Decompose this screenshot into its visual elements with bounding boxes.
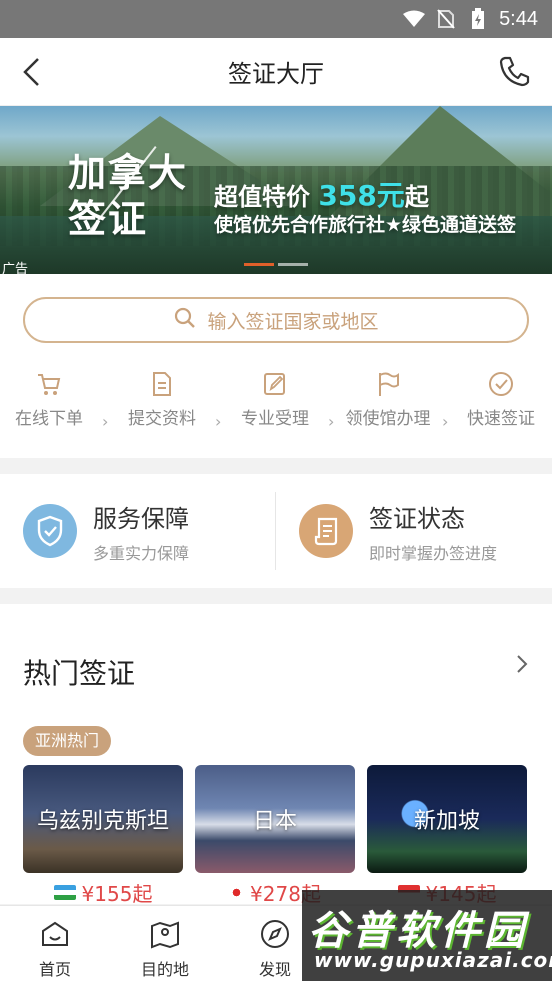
check-circle-icon bbox=[487, 370, 515, 398]
app-header: 签证大厅 bbox=[0, 38, 552, 106]
flag-icon bbox=[374, 370, 402, 398]
step-label: 专业受理 bbox=[241, 409, 309, 429]
promo-price: 358元 bbox=[318, 179, 405, 212]
visa-process-steps: 在线下单 › 提交资料 › 专业受理 › 领使馆办理 › 快速签证 bbox=[0, 370, 552, 440]
no-sim-icon bbox=[435, 9, 457, 29]
clock-time: 5:44 bbox=[499, 7, 538, 30]
service-title: 服务保障 bbox=[93, 504, 189, 533]
section-title: 热门签证 bbox=[23, 657, 136, 690]
services-section: 服务保障 多重实力保障 签证状态 即时掌握办签进度 bbox=[0, 474, 552, 588]
promo-prefix: 超值特价 bbox=[214, 183, 310, 211]
promo-suffix: 起 bbox=[404, 183, 429, 211]
tab-label: 首页 bbox=[38, 960, 71, 979]
pagination-dot[interactable] bbox=[278, 263, 308, 266]
tab-destination[interactable]: 目的地 bbox=[110, 906, 220, 981]
step-embassy-processing: 领使馆办理 bbox=[333, 370, 443, 429]
map-icon bbox=[149, 918, 181, 950]
service-text: 签证状态 即时掌握办签进度 bbox=[369, 499, 497, 564]
search-section: 输入签证国家或地区 在线下单 › 提交资料 › 专业受理 › 领使馆办理 › 快… bbox=[0, 274, 552, 458]
step-online-order: 在线下单 bbox=[0, 370, 104, 429]
receipt-icon bbox=[299, 504, 353, 558]
price-text: ¥155起 bbox=[81, 882, 153, 906]
visa-card-name: 日本 bbox=[252, 809, 297, 834]
step-fast-visa: 快速签证 bbox=[446, 370, 552, 429]
step-label: 在线下单 bbox=[15, 409, 83, 429]
service-subtitle: 即时掌握办签进度 bbox=[369, 543, 498, 563]
visa-card-uzbekistan[interactable]: 乌兹别克斯坦 bbox=[23, 765, 183, 873]
service-guarantee[interactable]: 服务保障 多重实力保障 bbox=[23, 474, 189, 588]
service-visa-status[interactable]: 签证状态 即时掌握办签进度 bbox=[299, 474, 497, 588]
step-label: 领使馆办理 bbox=[345, 409, 431, 429]
service-text: 服务保障 多重实力保障 bbox=[93, 499, 189, 564]
ad-label: 广告 bbox=[2, 262, 29, 274]
promo-banner[interactable]: 加拿大 签证 超值特价 358元起 使馆优先合作旅行社★绿色通道送签 广告 bbox=[0, 106, 552, 274]
tab-home[interactable]: 首页 bbox=[0, 906, 110, 981]
banner-promo-line1: 超值特价 358元起 bbox=[214, 174, 429, 214]
chevron-right-icon[interactable] bbox=[514, 652, 530, 676]
japan-flag-icon bbox=[229, 885, 245, 900]
page-title: 签证大厅 bbox=[228, 60, 324, 88]
banner-promo-line2: 使馆优先合作旅行社★绿色通道送签 bbox=[214, 214, 517, 236]
visa-price: ¥155起 bbox=[23, 878, 183, 907]
tab-label: 目的地 bbox=[140, 960, 189, 979]
hot-visa-section: 热门签证 亚洲热门 乌兹别克斯坦 日本 新加坡 ¥155起 ¥278起 ¥145… bbox=[0, 604, 552, 907]
status-bar: 5:44 bbox=[0, 0, 552, 38]
cart-icon bbox=[35, 370, 63, 398]
step-submit-docs: 提交资料 bbox=[107, 370, 217, 429]
compass-icon bbox=[259, 918, 291, 950]
home-icon bbox=[39, 918, 71, 950]
watermark-url: www.gupuxiazai.com bbox=[314, 948, 552, 972]
search-icon bbox=[173, 306, 197, 335]
document-icon bbox=[148, 370, 176, 398]
region-tag[interactable]: 亚洲热门 bbox=[23, 726, 112, 756]
banner-pagination bbox=[244, 263, 308, 266]
banner-headline-line2: 签证 bbox=[68, 197, 149, 241]
visa-card-singapore[interactable]: 新加坡 bbox=[367, 765, 527, 873]
shield-check-icon bbox=[23, 504, 77, 558]
banner-headline: 加拿大 签证 bbox=[68, 150, 188, 242]
banner-headline-line1: 加拿大 bbox=[68, 151, 189, 195]
back-arrow-icon[interactable] bbox=[18, 56, 48, 88]
search-input[interactable]: 输入签证国家或地区 bbox=[23, 297, 529, 343]
visa-card-name: 新加坡 bbox=[413, 809, 480, 834]
battery-charging-icon bbox=[467, 8, 489, 29]
service-title: 签证状态 bbox=[369, 504, 465, 533]
search-placeholder: 输入签证国家或地区 bbox=[207, 310, 379, 333]
phone-icon[interactable] bbox=[498, 54, 532, 88]
uzbekistan-flag-icon bbox=[53, 885, 76, 900]
divider bbox=[275, 492, 276, 570]
edit-icon bbox=[261, 370, 289, 398]
wifi-icon bbox=[403, 9, 426, 29]
watermark-logo: 谷普软件园 www.gupuxiazai.com bbox=[302, 890, 552, 981]
step-professional-handling: 专业受理 bbox=[220, 370, 330, 429]
step-label: 提交资料 bbox=[128, 409, 196, 429]
pagination-dot-active[interactable] bbox=[244, 263, 274, 266]
service-subtitle: 多重实力保障 bbox=[93, 543, 190, 563]
visa-card-name: 乌兹别克斯坦 bbox=[36, 809, 169, 834]
step-label: 快速签证 bbox=[467, 409, 535, 429]
visa-card-japan[interactable]: 日本 bbox=[195, 765, 355, 873]
